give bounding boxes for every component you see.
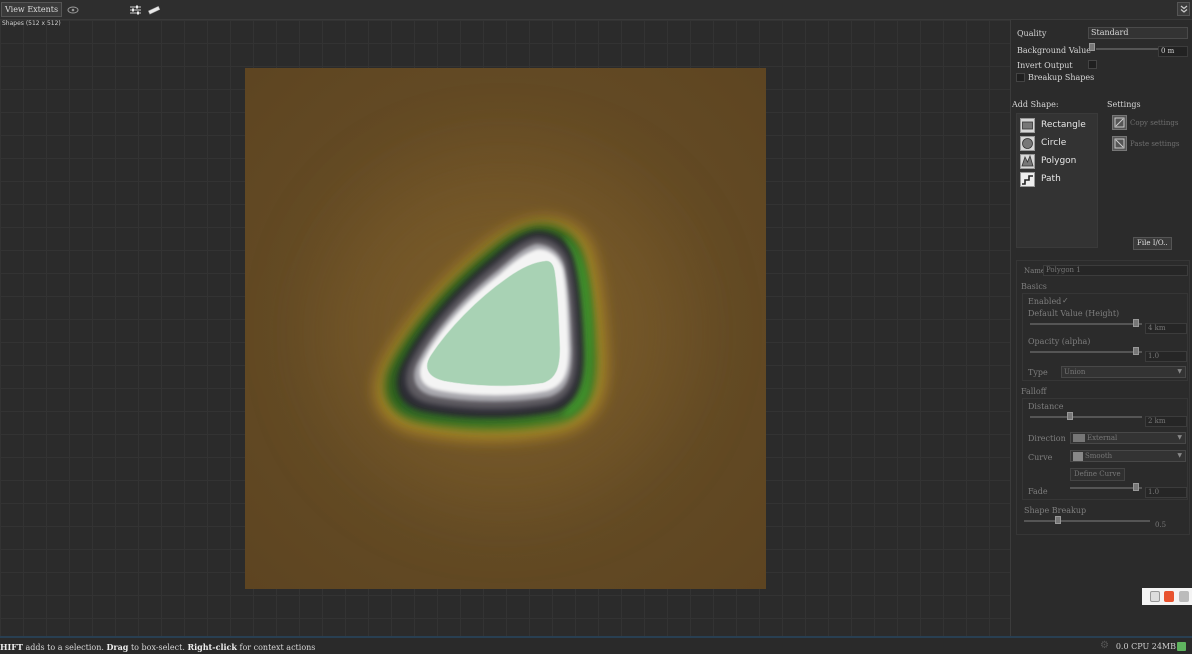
invert-output-checkbox[interactable] (1088, 60, 1097, 69)
add-circle-button[interactable]: Circle (1019, 135, 1097, 151)
default-value-label: Default Value (Height) (1028, 309, 1120, 318)
basics-label: Basics (1021, 282, 1047, 291)
invert-output-label: Invert Output (1017, 61, 1073, 70)
status-shift-key: HIFT (0, 642, 23, 652)
circle-label: Circle (1041, 138, 1067, 148)
add-shape-label: Add Shape: (1012, 100, 1059, 109)
type-dropdown[interactable]: Union ▼ (1061, 366, 1186, 378)
document-tray-icon[interactable] (1150, 591, 1160, 602)
default-value-slider-thumb[interactable] (1133, 319, 1139, 327)
background-value-label: Background Value (1017, 46, 1091, 55)
direction-label: Direction (1028, 434, 1066, 443)
opacity-label: Opacity (alpha) (1028, 337, 1091, 346)
enabled-checkbox[interactable]: ✓ (1062, 296, 1069, 305)
cpu-memory-readout: 0.0 CPU 24MB (1115, 642, 1176, 651)
paste-settings-label: Paste settings (1130, 140, 1180, 148)
status-text-2: to box-select. (128, 643, 188, 652)
add-rectangle-button[interactable]: Rectangle (1019, 117, 1097, 133)
paste-settings-button[interactable]: Paste settings (1110, 135, 1190, 153)
breakup-shapes-checkbox[interactable] (1016, 73, 1025, 82)
settings-label: Settings (1107, 100, 1141, 109)
gear-icon[interactable]: ⚙ (1100, 641, 1110, 651)
rectangle-label: Rectangle (1041, 120, 1086, 130)
background-value-field[interactable]: 0 m (1158, 46, 1188, 57)
falloff-group (1022, 398, 1188, 500)
distance-field[interactable]: 2 km (1145, 416, 1187, 427)
curve-label: Curve (1028, 453, 1053, 462)
name-field[interactable]: Polygon 1 (1043, 265, 1188, 276)
status-right-click-key: Right-click (187, 642, 237, 652)
define-curve-button[interactable]: Define Curve (1070, 468, 1125, 481)
add-polygon-button[interactable]: Polygon (1019, 153, 1097, 169)
s-logo-tray-icon[interactable] (1164, 591, 1174, 602)
status-bar: HIFT adds to a selection. Drag to box-se… (0, 636, 1192, 654)
shape-breakup-label: Shape Breakup (1024, 506, 1087, 515)
opacity-slider-track[interactable] (1030, 351, 1142, 353)
terrain-preview[interactable] (245, 68, 766, 589)
toolbar: View Extents (0, 0, 1192, 20)
enabled-label: Enabled (1028, 297, 1062, 306)
polygon-label: Polygon (1041, 156, 1077, 166)
eye-icon[interactable] (66, 3, 80, 17)
shape-breakup-slider-thumb[interactable] (1055, 516, 1061, 524)
chevron-down-icon: ▼ (1177, 434, 1182, 441)
status-text-1: adds to a selection. (22, 643, 107, 652)
quality-select[interactable]: Standard (1088, 27, 1188, 39)
ruler-icon[interactable] (147, 3, 161, 17)
view-extents-button[interactable]: View Extents (1, 2, 63, 17)
copy-settings-label: Copy settings (1130, 119, 1179, 127)
background-value-slider-track[interactable] (1096, 48, 1158, 50)
distance-label: Distance (1028, 402, 1064, 411)
name-label: Name (1024, 267, 1046, 275)
path-icon (1020, 172, 1035, 187)
collapse-chevron-icon[interactable] (1177, 2, 1190, 16)
add-path-button[interactable]: Path (1019, 171, 1097, 187)
canvas-size-label: Shapes (512 x 512) (2, 20, 61, 27)
opacity-slider-thumb[interactable] (1133, 347, 1139, 355)
default-value-field[interactable]: 4 km (1145, 323, 1187, 334)
smooth-curve-icon (1073, 451, 1083, 461)
fade-field[interactable]: 1.0 (1145, 487, 1187, 498)
type-label: Type (1028, 368, 1048, 377)
file-io-button[interactable]: File I/O.. (1133, 237, 1172, 250)
status-drag-key: Drag (106, 642, 129, 652)
curve-dropdown[interactable]: Smooth ▼ (1070, 450, 1186, 462)
circle-icon (1020, 136, 1035, 151)
chevron-down-icon: ▼ (1177, 368, 1182, 375)
fade-slider-thumb[interactable] (1133, 483, 1139, 491)
copy-settings-button[interactable]: Copy settings (1110, 114, 1190, 132)
external-direction-icon (1073, 434, 1085, 442)
chevron-down-icon: ▼ (1177, 452, 1182, 459)
polygon-shape-render[interactable] (245, 68, 766, 589)
copy-settings-icon (1112, 115, 1127, 130)
status-text-3: for context actions (236, 643, 316, 652)
activity-icon (1177, 642, 1186, 651)
add-shape-list: Rectangle Circle Polygon Path (1016, 113, 1098, 248)
polygon-icon (1020, 154, 1035, 169)
opacity-field[interactable]: 1.0 (1145, 351, 1187, 362)
fade-label: Fade (1028, 487, 1048, 496)
breakup-shapes-label: Breakup Shapes (1028, 73, 1095, 82)
distance-slider-track[interactable] (1030, 416, 1142, 418)
shape-breakup-field[interactable]: 0.5 (1152, 520, 1188, 531)
background-value-slider-thumb[interactable] (1089, 43, 1095, 51)
type-dropdown-value: Union (1064, 368, 1086, 376)
curve-dropdown-value: Smooth (1085, 452, 1113, 460)
status-hint: HIFT adds to a selection. Drag to box-se… (0, 642, 315, 652)
falloff-label: Falloff (1021, 387, 1047, 396)
grid-tray-icon[interactable] (1179, 591, 1189, 602)
adjust-sliders-icon[interactable] (128, 3, 142, 17)
direction-dropdown[interactable]: External ▼ (1070, 432, 1186, 444)
default-value-slider-track[interactable] (1030, 323, 1142, 325)
quality-label: Quality (1017, 29, 1047, 38)
paste-settings-icon (1112, 136, 1127, 151)
direction-dropdown-value: External (1087, 434, 1118, 442)
fade-slider-track[interactable] (1070, 487, 1142, 489)
rectangle-icon (1020, 118, 1035, 133)
shape-breakup-slider-track[interactable] (1024, 520, 1150, 522)
distance-slider-thumb[interactable] (1067, 412, 1073, 420)
path-label: Path (1041, 174, 1061, 184)
system-tray (1142, 588, 1192, 605)
